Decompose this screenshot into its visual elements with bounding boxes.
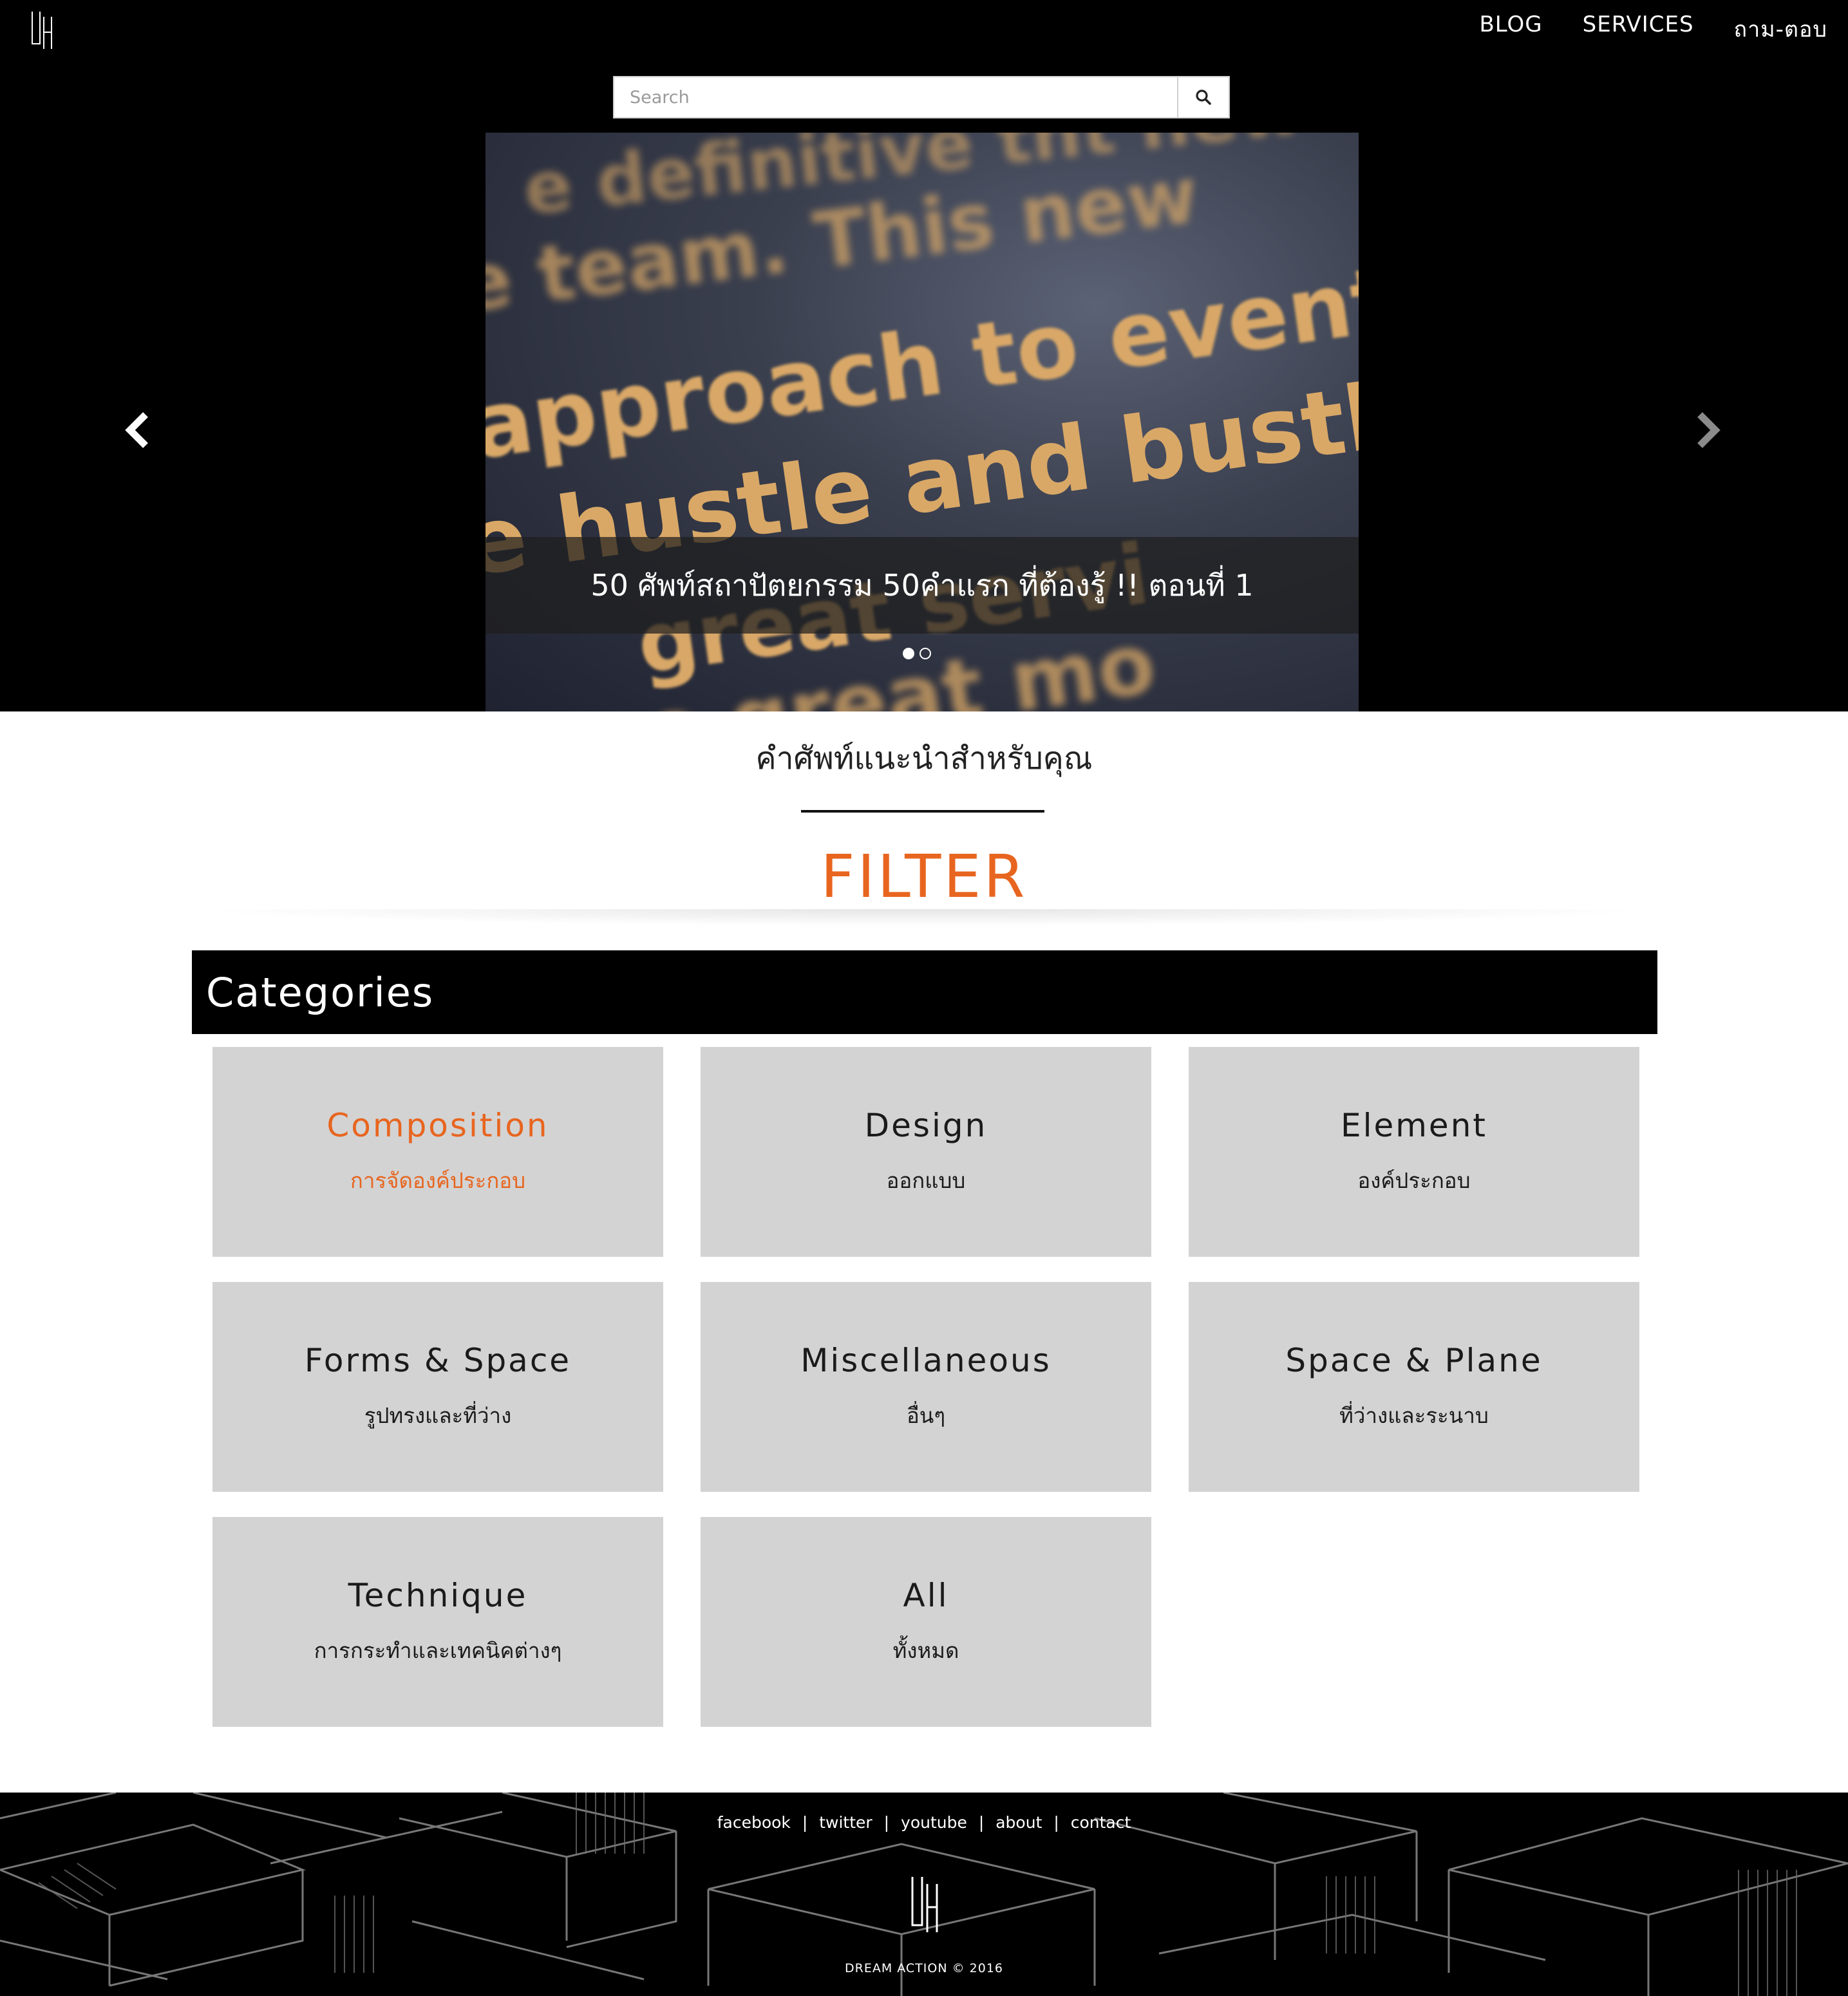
category-tile-design[interactable]: Design ออกแบบ [701, 1047, 1151, 1257]
nav-faq[interactable]: ถาม-ตอบ [1734, 12, 1827, 46]
category-tile-space-plane[interactable]: Space & Plane ที่ว่างและระนาบ [1189, 1282, 1639, 1492]
footer-separator: | [1053, 1813, 1059, 1832]
carousel-dot-2[interactable] [919, 648, 931, 659]
divider [801, 810, 1044, 813]
category-name: Element [1340, 1106, 1487, 1144]
category-name: Design [864, 1106, 988, 1144]
category-name: All [903, 1576, 949, 1614]
category-name: Technique [348, 1576, 528, 1614]
category-tile-forms-space[interactable]: Forms & Space รูปทรงและที่ว่าง [212, 1282, 663, 1492]
category-tile-all[interactable]: All ทั้งหมด [701, 1517, 1151, 1727]
slide-caption[interactable]: 50 ศัพท์สถาปัตยกรรม 50คำแรก ที่ต้องรู้ !… [486, 537, 1359, 634]
category-tile-miscellaneous[interactable]: Miscellaneous อื่นๆ [701, 1282, 1151, 1492]
carousel-dot-1[interactable] [903, 648, 914, 659]
footer-link-youtube[interactable]: youtube [901, 1813, 967, 1832]
footer-link-twitter[interactable]: twitter [819, 1813, 872, 1832]
search-button[interactable] [1177, 77, 1229, 117]
hero-section: BLOG SERVICES ถาม-ตอบ e definitive tht n… [0, 0, 1848, 711]
category-name: Forms & Space [304, 1341, 572, 1379]
category-name: Miscellaneous [800, 1341, 1051, 1379]
carousel-next-icon[interactable] [1688, 410, 1724, 451]
category-tile-technique[interactable]: Technique การกระทำและเทคนิคต่างๆ [212, 1517, 663, 1727]
search-input[interactable] [614, 77, 1177, 117]
search-icon [1196, 89, 1211, 105]
footer-link-facebook[interactable]: facebook [717, 1813, 791, 1832]
category-name-th: ที่ว่างและระนาบ [1339, 1402, 1489, 1428]
section-subtitle: คำศัพท์แนะนำสำหรับคุณ [755, 740, 1093, 777]
category-name-th: ทั้งหมด [892, 1637, 959, 1663]
footer-separator: | [802, 1813, 808, 1832]
category-name: Space & Plane [1285, 1341, 1543, 1379]
categories-header: Categories [192, 950, 1657, 1034]
brand-logo-icon[interactable] [31, 10, 53, 50]
footer-logo-icon [911, 1877, 938, 1932]
nav-services[interactable]: SERVICES [1583, 12, 1694, 46]
carousel-slide[interactable]: e definitive tht new e team. This new ap… [486, 133, 1359, 711]
category-tile-composition[interactable]: Composition การจัดองค์ประกอบ [212, 1047, 663, 1257]
footer-links: facebook | twitter | youtube | about | c… [0, 1813, 1848, 1832]
category-tile-element[interactable]: Element องค์ประกอบ [1189, 1047, 1639, 1257]
footer-separator: | [978, 1813, 985, 1832]
divider-shadow [193, 909, 1655, 926]
category-name-th: ออกแบบ [886, 1167, 966, 1193]
category-name-th: การจัดองค์ประกอบ [350, 1167, 526, 1193]
search-bar [613, 76, 1230, 118]
category-name-th: องค์ประกอบ [1357, 1167, 1471, 1193]
footer-separator: | [883, 1813, 890, 1832]
category-name-th: รูปทรงและที่ว่าง [364, 1402, 512, 1428]
category-name-th: การกระทำและเทคนิคต่างๆ [314, 1637, 562, 1663]
categories-title: Categories [206, 968, 435, 1016]
carousel-prev-icon[interactable] [121, 410, 157, 451]
category-name-th: อื่นๆ [906, 1402, 946, 1428]
carousel-indicators [903, 648, 931, 659]
nav-blog[interactable]: BLOG [1479, 12, 1542, 46]
footer-link-about[interactable]: about [995, 1813, 1042, 1832]
filter-title: FILTER [820, 842, 1028, 911]
main-nav: BLOG SERVICES ถาม-ตอบ [1479, 12, 1827, 46]
category-name: Composition [326, 1106, 549, 1144]
footer: facebook | twitter | youtube | about | c… [0, 1793, 1848, 1996]
copyright: DREAM ACTION © 2016 [844, 1961, 1003, 1975]
footer-link-contact[interactable]: contact [1071, 1813, 1131, 1832]
